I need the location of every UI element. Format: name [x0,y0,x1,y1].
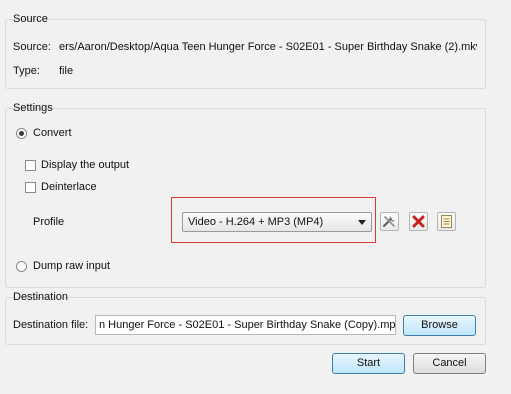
profile-label: Profile [33,216,65,228]
delete-profile-icon [412,215,425,228]
display-output-label[interactable]: Display the output [41,159,129,171]
dump-raw-label[interactable]: Dump raw input [33,260,110,272]
convert-label[interactable]: Convert [33,127,72,139]
edit-profile-button[interactable] [380,212,399,231]
destination-file-label: Destination file: [13,319,89,331]
dump-raw-radio[interactable] [16,261,27,272]
source-legend: Source [13,13,48,25]
convert-radio[interactable] [16,128,27,139]
new-profile-button[interactable] [437,212,456,231]
type-value: file [59,65,74,77]
delete-profile-button[interactable] [409,212,428,231]
edit-profile-icon [383,216,395,227]
type-label: Type: [13,65,40,77]
browse-button[interactable]: Browse [403,315,476,336]
source-group [5,19,486,89]
deinterlace-label[interactable]: Deinterlace [41,181,97,193]
deinterlace-checkbox[interactable] [25,182,36,193]
start-button[interactable]: Start [332,353,405,374]
source-label: Source: [13,41,51,53]
profile-select[interactable]: Video - H.264 + MP3 (MP4) [182,212,372,232]
destination-file-input[interactable]: n Hunger Force - S02E01 - Super Birthday… [95,315,396,335]
source-path-value[interactable]: ers/Aaron/Desktop/Aqua Teen Hunger Force… [59,41,477,53]
destination-legend: Destination [13,291,69,303]
settings-legend: Settings [13,102,53,114]
destination-file-value: n Hunger Force - S02E01 - Super Birthday… [99,319,396,331]
chevron-down-icon [358,220,366,225]
profile-selected-value: Video - H.264 + MP3 (MP4) [188,216,324,228]
cancel-button[interactable]: Cancel [413,353,486,374]
display-output-checkbox[interactable] [25,160,36,171]
new-profile-icon [441,215,452,228]
